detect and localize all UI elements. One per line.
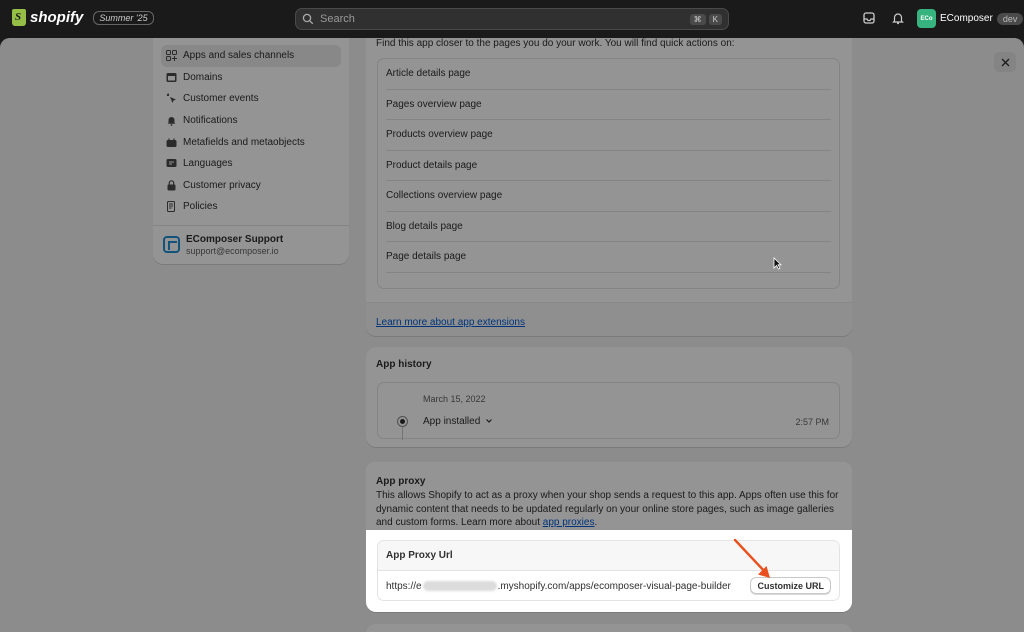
sidebar-item-label: Domains <box>183 71 223 83</box>
store-menu[interactable]: ECo EComposer dev <box>917 9 1024 28</box>
settings-modal: Apps and sales channels Domains Customer… <box>0 38 1024 632</box>
inbox-icon[interactable] <box>862 11 876 25</box>
list-item: Collections overview page <box>386 181 831 212</box>
sidebar-item-label: Policies <box>183 201 218 213</box>
timeline-dot-icon <box>398 417 407 426</box>
extension-pages-list: Article details page Pages overview page… <box>377 58 840 289</box>
list-item: Product details page <box>386 151 831 181</box>
next-card <box>366 624 852 632</box>
timeline-line <box>402 427 403 440</box>
cursor-click-icon <box>166 93 176 104</box>
store-avatar: ECo <box>917 9 936 28</box>
app-support-contact[interactable]: EComposer Support support@ecomposer.io <box>153 226 349 264</box>
history-event-toggle[interactable]: App installed <box>423 416 493 427</box>
metafields-icon <box>166 138 177 147</box>
list-item: Page details page <box>386 242 831 273</box>
proxy-url-suffix: .myshopify.com/apps/ecomposer-visual-pag… <box>497 580 731 592</box>
lock-icon <box>167 180 176 191</box>
proxy-url-prefix: https://e <box>386 580 422 592</box>
sidebar-item-languages[interactable]: Languages <box>153 153 349 175</box>
sidebar-item-customer-events[interactable]: Customer events <box>153 88 349 110</box>
store-dev-badge: dev <box>996 12 1024 25</box>
edition-badge: Summer '25 <box>93 10 154 25</box>
shopify-bag-icon <box>12 9 26 26</box>
support-email: support@ecomposer.io <box>186 245 279 256</box>
sidebar-item-apps[interactable]: Apps and sales channels <box>161 45 341 67</box>
sidebar-item-domains[interactable]: Domains <box>153 67 349 89</box>
sidebar-item-label: Customer events <box>183 93 259 105</box>
list-item: Blog details page <box>386 212 831 242</box>
store-name: EComposer <box>940 13 993 24</box>
logo-text: shopify <box>30 9 84 26</box>
app-history-card: App history March 15, 2022 App installed… <box>366 347 852 447</box>
languages-icon <box>166 159 177 168</box>
sidebar-item-customer-privacy[interactable]: Customer privacy <box>153 175 349 197</box>
history-title: App history <box>376 359 432 370</box>
history-timeline: March 15, 2022 App installed 2:57 PM <box>377 382 840 440</box>
top-bar: shopify Summer '25 ⌘ K ECo EComposer dev <box>0 0 1024 38</box>
extensions-description: Find this app closer to the pages you do… <box>376 38 735 49</box>
history-event: App installed <box>423 416 481 427</box>
app-extensions-card: Find this app closer to the pages you do… <box>366 38 852 336</box>
sidebar-item-metafields[interactable]: Metafields and metaobjects <box>153 131 349 153</box>
chevron-down-icon <box>486 419 492 423</box>
ecomposer-logo-icon <box>163 236 180 254</box>
redacted-store-name <box>422 581 497 591</box>
sidebar-item-label: Apps and sales channels <box>183 50 295 62</box>
search-input[interactable] <box>320 13 687 25</box>
list-item: Products overview page <box>386 120 831 151</box>
settings-sidebar: Apps and sales channels Domains Customer… <box>153 38 349 264</box>
sidebar-item-label: Notifications <box>183 115 238 127</box>
support-name: EComposer Support <box>186 233 284 245</box>
search-bar[interactable]: ⌘ K <box>295 8 729 30</box>
shortcut-key-cmd: ⌘ <box>689 13 706 25</box>
sidebar-item-label: Metafields and metaobjects <box>183 136 305 148</box>
learn-more-extensions-link[interactable]: Learn more about app extensions <box>376 317 525 328</box>
app-proxy-card: App proxy This allows Shopify to act as … <box>366 462 852 612</box>
annotation-arrow-icon <box>733 538 770 578</box>
bell-icon <box>167 117 176 126</box>
bell-icon[interactable] <box>891 11 905 25</box>
shortcut-key-k: K <box>708 13 722 25</box>
domains-icon <box>166 72 177 82</box>
apps-icon <box>166 50 177 62</box>
sidebar-item-policies[interactable]: Policies <box>153 196 349 218</box>
close-button[interactable] <box>994 52 1016 72</box>
list-item: Article details page <box>386 59 831 90</box>
policies-icon <box>167 201 175 213</box>
list-item: Pages overview page <box>386 90 831 120</box>
history-time: 2:57 PM <box>795 417 829 427</box>
extensions-footer: Learn more about app extensions <box>366 302 852 336</box>
sidebar-item-label: Customer privacy <box>183 179 261 191</box>
history-date: March 15, 2022 <box>423 394 486 404</box>
close-icon <box>1001 58 1009 66</box>
card-dim-overlay <box>366 462 852 530</box>
mouse-cursor-icon <box>773 257 782 270</box>
sidebar-item-notifications[interactable]: Notifications <box>153 110 349 132</box>
search-icon <box>302 13 314 25</box>
shopify-logo[interactable]: shopify Summer '25 <box>12 9 154 26</box>
sidebar-item-label: Languages <box>183 158 233 170</box>
